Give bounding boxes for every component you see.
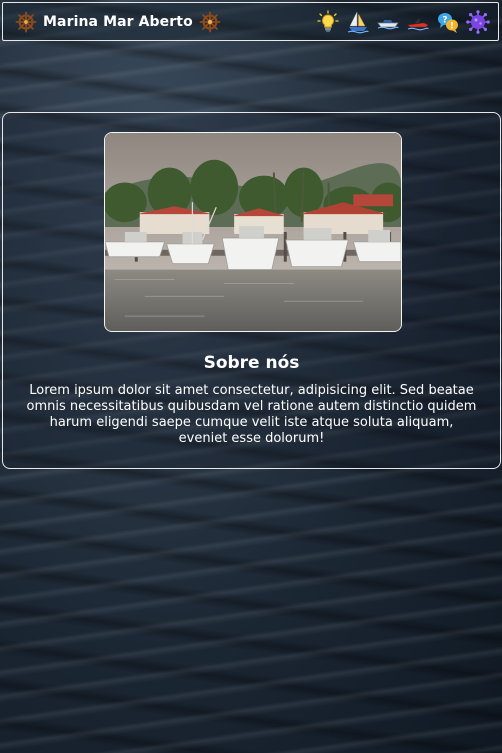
ship-wheel-icon xyxy=(199,10,221,33)
ship-wheel-icon xyxy=(15,10,37,33)
nav-icon-bar: ? ! xyxy=(316,9,490,34)
jetski-icon[interactable] xyxy=(406,10,430,34)
brand[interactable]: Marina Mar Aberto xyxy=(15,10,221,33)
top-navbar: Marina Mar Aberto ? ! xyxy=(2,2,499,41)
lightbulb-icon[interactable] xyxy=(316,9,340,34)
about-title: Sobre nós xyxy=(203,353,300,373)
about-text: Lorem ipsum dolor sit amet consectetur, … xyxy=(26,383,477,446)
help-chat-icon[interactable]: ? ! xyxy=(436,10,460,34)
about-section: Sobre nós Lorem ipsum dolor sit amet con… xyxy=(2,112,501,469)
svg-text:!: ! xyxy=(450,21,454,31)
virus-icon[interactable] xyxy=(466,9,490,34)
motorboat-icon[interactable] xyxy=(376,10,400,34)
sailboat-icon[interactable] xyxy=(346,10,370,34)
marina-photo xyxy=(104,132,402,332)
brand-title: Marina Mar Aberto xyxy=(43,13,193,30)
